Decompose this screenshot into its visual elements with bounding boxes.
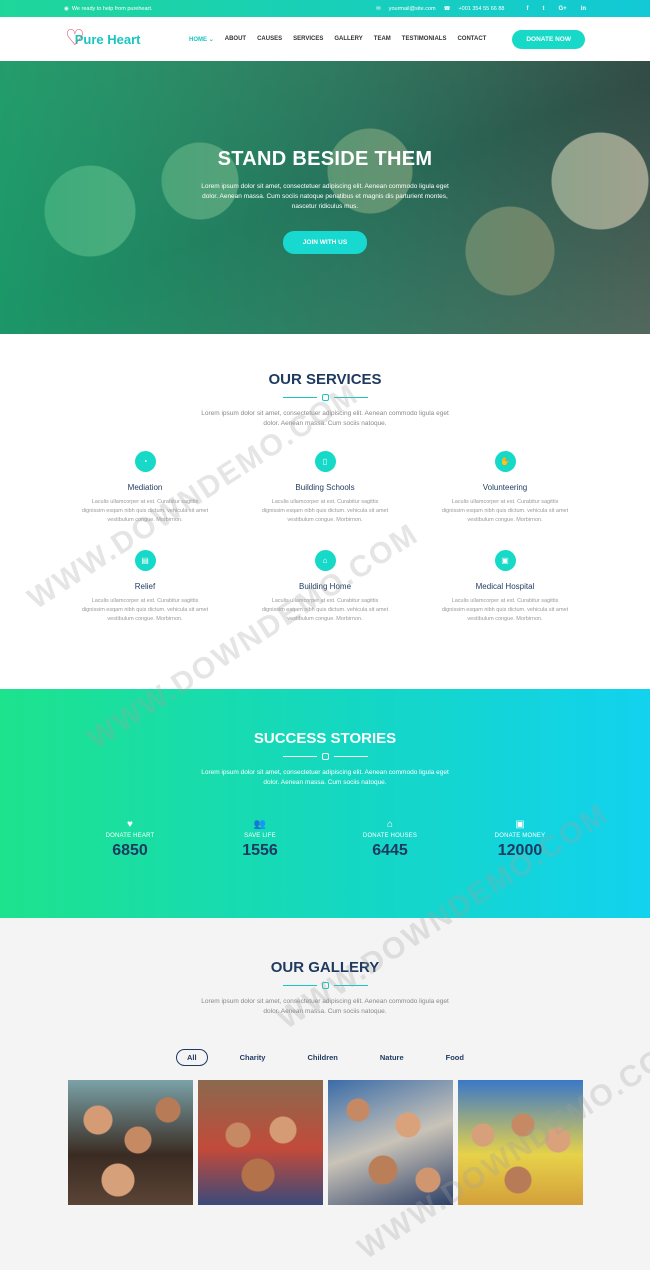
success-description: Lorem ipsum dolor sit amet, consectetuer… (201, 769, 449, 786)
filter-charity[interactable]: Charity (230, 1050, 276, 1065)
service-card: ▯ Building Schools Laculis ullamcorper a… (235, 451, 415, 525)
section-divider (0, 753, 650, 760)
services-section: OUR SERVICES Lorem ipsum dolor sit amet,… (0, 334, 650, 689)
email-link[interactable]: yourmail@site.com (389, 6, 436, 12)
hero-banner: STAND BESIDE THEM Lorem ipsum dolor sit … (0, 61, 650, 334)
people-icon: 👥 (253, 819, 267, 830)
service-title[interactable]: Building Schools (235, 483, 415, 492)
tagline: We ready to help from pureheart. (71, 5, 153, 12)
service-text: Laculis ullamcorper at est. Curabitur sa… (441, 598, 569, 622)
gallery-filters: All Charity Children Nature Food (0, 1049, 650, 1066)
gallery-photo[interactable] (457, 1080, 583, 1205)
logo[interactable]: ♡ Pure Heart (65, 25, 140, 50)
service-title[interactable]: Medical Hospital (415, 582, 595, 591)
services-title: OUR SERVICES (268, 371, 382, 388)
stat-label: SAVE LIFE (244, 833, 276, 839)
services-description: Lorem ipsum dolor sit amet, consectetuer… (201, 410, 449, 427)
service-card: ⌂ Building Home Laculis ullamcorper at e… (235, 550, 415, 624)
relief-icon: ▤ (134, 550, 156, 571)
filter-food[interactable]: Food (436, 1050, 474, 1065)
stat-label: DONATE HEART (105, 833, 155, 839)
service-text: Laculis ullamcorper at est. Curabitur sa… (261, 499, 389, 523)
service-title[interactable]: Relief (55, 582, 235, 591)
service-card: ▤ Relief Laculis ullamcorper at est. Cur… (55, 550, 235, 624)
service-card: ◔ Mediation Laculis ullamcorper at est. … (55, 451, 235, 525)
google-plus-icon[interactable]: G+ (558, 6, 566, 12)
stat-value: 12000 (497, 842, 543, 859)
phone-number: +001 354 55 66 88 (458, 5, 505, 12)
stat-item: ▣ DONATE MONEY 12000 (455, 819, 585, 860)
service-title[interactable]: Mediation (55, 483, 235, 492)
stat-value: 1556 (242, 842, 278, 859)
service-text: Laculis ullamcorper at est. Curabitur sa… (81, 499, 209, 523)
filter-nature[interactable]: Nature (370, 1050, 414, 1065)
filter-children[interactable]: Children (297, 1050, 347, 1065)
home-icon: ⌂ (314, 550, 336, 571)
stat-item: ♥ DONATE HEART 6850 (65, 819, 195, 860)
hero-title: STAND BESIDE THEM (217, 148, 433, 170)
heart-icon: ♥ (127, 819, 133, 830)
join-with-us-button[interactable]: JOIN WITH US (282, 231, 368, 254)
donate-now-button[interactable]: DONATE NOW (512, 29, 585, 49)
hospital-icon: ▣ (494, 550, 516, 571)
mediation-icon: ◔ (134, 451, 156, 472)
top-bar: ◉ We ready to help from pureheart. ✉ you… (0, 0, 650, 17)
service-card: ✋ Volunteering Laculis ullamcorper at es… (415, 451, 595, 525)
linkedin-icon[interactable]: in (581, 6, 586, 12)
gallery-section: OUR GALLERY Lorem ipsum dolor sit amet, … (0, 918, 650, 1270)
service-text: Laculis ullamcorper at est. Curabitur sa… (441, 499, 569, 523)
hero-text: Lorem ipsum dolor sit amet, consectetuer… (201, 183, 449, 210)
nav-item-home[interactable]: HOME ⌄ (189, 36, 214, 43)
mail-icon: ✉ (376, 5, 381, 12)
success-title: SUCCESS STORIES (253, 730, 397, 747)
stat-label: DONATE MONEY (494, 833, 546, 839)
phone-icon: ☎ (443, 5, 451, 12)
twitter-icon[interactable]: t (542, 6, 544, 12)
nav-item-testimonials[interactable]: TESTIMONIALS (402, 36, 447, 43)
section-divider (0, 394, 650, 401)
nav-item-causes[interactable]: CAUSES (257, 36, 282, 43)
nav-item-about[interactable]: ABOUT (225, 36, 246, 43)
money-icon: ▣ (515, 819, 525, 830)
stat-value: 6850 (112, 842, 148, 859)
house-icon: ⌂ (386, 819, 394, 830)
facebook-icon[interactable]: f (526, 6, 528, 12)
service-title[interactable]: Volunteering (415, 483, 595, 492)
gallery-description: Lorem ipsum dolor sit amet, consectetuer… (201, 998, 449, 1015)
school-icon: ▯ (314, 451, 336, 472)
heart-logo-icon: ♡ (65, 25, 85, 50)
main-nav: ♡ Pure Heart HOME ⌄ ABOUT CAUSES SERVICE… (0, 17, 650, 61)
gallery-photo[interactable] (67, 1080, 193, 1205)
nav-item-gallery[interactable]: GALLERY (334, 36, 362, 43)
filter-all[interactable]: All (176, 1049, 208, 1066)
social-links: f t G+ in (526, 6, 586, 12)
service-card: ▣ Medical Hospital Laculis ullamcorper a… (415, 550, 595, 624)
nav-item-services[interactable]: SERVICES (293, 36, 323, 43)
service-title[interactable]: Building Home (235, 582, 415, 591)
gallery-photo[interactable] (197, 1080, 323, 1205)
stat-value: 6445 (372, 842, 408, 859)
nav-item-team[interactable]: TEAM (374, 36, 391, 43)
stat-item: ⌂ DONATE HOUSES 6445 (325, 819, 455, 860)
service-text: Laculis ullamcorper at est. Curabitur sa… (81, 598, 209, 622)
rss-icon: ◉ (64, 5, 69, 12)
gallery-photo[interactable] (327, 1080, 453, 1205)
section-divider (0, 982, 650, 989)
service-text: Laculis ullamcorper at est. Curabitur sa… (261, 598, 389, 622)
stat-item: 👥 SAVE LIFE 1556 (195, 819, 325, 860)
volunteer-icon: ✋ (494, 451, 516, 472)
nav-menu: HOME ⌄ ABOUT CAUSES SERVICES GALLERY TEA… (189, 36, 486, 43)
nav-item-contact[interactable]: CONTACT (457, 36, 486, 43)
stat-label: DONATE HOUSES (362, 833, 418, 839)
gallery-title: OUR GALLERY (270, 959, 380, 976)
success-stories-section: SUCCESS STORIES Lorem ipsum dolor sit am… (0, 689, 650, 918)
